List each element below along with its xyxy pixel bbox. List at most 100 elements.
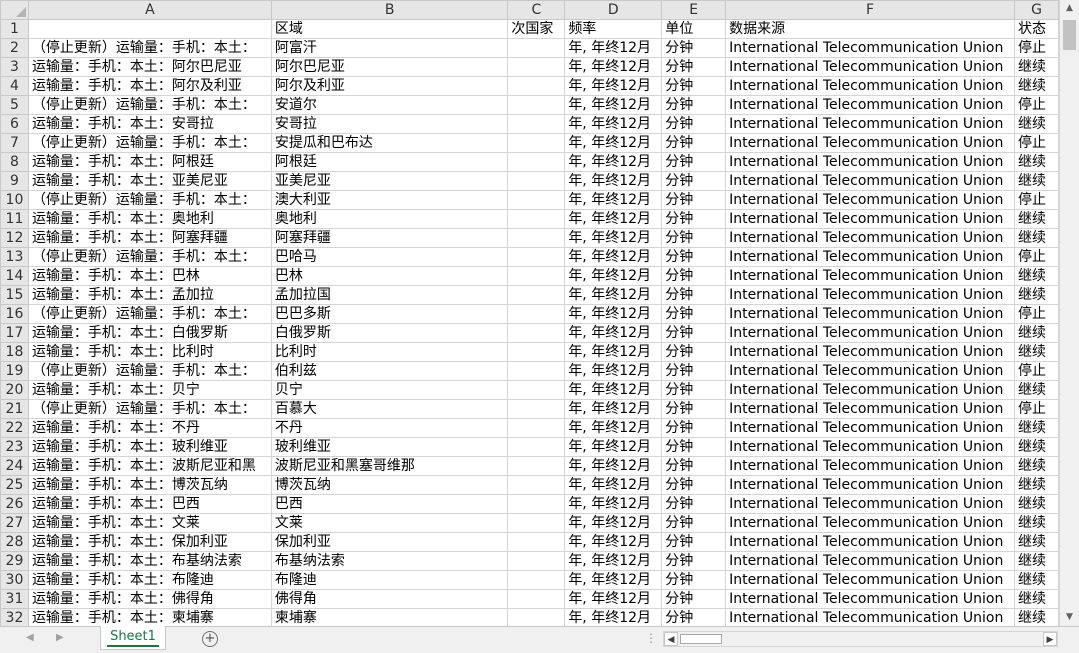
cell[interactable]: （停止更新）运输量：手机：本土： <box>27 304 272 324</box>
cell[interactable]: 运输量：手机：本土：奥地利 <box>27 209 272 229</box>
cell[interactable]: 分钟 <box>661 437 727 457</box>
cell[interactable]: 分钟 <box>661 570 727 590</box>
cell[interactable]: International Telecommunication Union <box>725 266 1016 286</box>
cell[interactable] <box>507 570 566 590</box>
cell[interactable] <box>507 247 566 267</box>
cell[interactable]: 继续 <box>1014 513 1059 533</box>
prev-sheet-arrow-icon[interactable]: ◀ <box>26 632 34 643</box>
row-header[interactable]: 6 <box>0 114 29 134</box>
plus-circle-icon[interactable]: + <box>202 631 218 647</box>
cell[interactable]: International Telecommunication Union <box>725 76 1016 96</box>
cell[interactable] <box>27 19 272 39</box>
row-header[interactable]: 15 <box>0 285 29 305</box>
cell[interactable]: 分钟 <box>661 209 727 229</box>
row-header[interactable]: 21 <box>0 399 29 419</box>
cell[interactable]: 分钟 <box>661 266 727 286</box>
cell[interactable]: 年, 年终12月 <box>564 285 663 305</box>
row-header[interactable]: 28 <box>0 532 29 552</box>
cell[interactable]: 分钟 <box>661 285 727 305</box>
cell[interactable]: 分钟 <box>661 589 727 609</box>
cell[interactable]: 停止 <box>1014 133 1059 153</box>
cell[interactable]: International Telecommunication Union <box>725 95 1016 115</box>
row-header[interactable]: 1 <box>0 19 29 39</box>
cell[interactable]: 分钟 <box>661 380 727 400</box>
row-header[interactable]: 18 <box>0 342 29 362</box>
cell[interactable]: 继续 <box>1014 76 1059 96</box>
cell[interactable]: 年, 年终12月 <box>564 57 663 77</box>
cell[interactable]: 停止 <box>1014 399 1059 419</box>
cell[interactable]: International Telecommunication Union <box>725 437 1016 457</box>
cell[interactable]: International Telecommunication Union <box>725 228 1016 248</box>
cell[interactable]: （停止更新）运输量：手机：本土： <box>27 361 272 381</box>
cell[interactable]: 单位 <box>661 19 727 39</box>
row-header[interactable]: 24 <box>0 456 29 476</box>
cell[interactable]: 年, 年终12月 <box>564 589 663 609</box>
cell[interactable]: 继续 <box>1014 532 1059 552</box>
cell[interactable]: 运输量：手机：本土：巴西 <box>27 494 272 514</box>
cell[interactable]: 年, 年终12月 <box>564 608 663 626</box>
cell[interactable] <box>507 380 566 400</box>
vertical-scrollbar[interactable]: ▲ ▼ <box>1059 0 1079 626</box>
cell[interactable]: 年, 年终12月 <box>564 418 663 438</box>
cell[interactable]: 数据来源 <box>725 19 1016 39</box>
cell[interactable]: 年, 年终12月 <box>564 361 663 381</box>
cell[interactable]: 运输量：手机：本土：阿根廷 <box>27 152 272 172</box>
cell[interactable]: 继续 <box>1014 570 1059 590</box>
row-header[interactable]: 17 <box>0 323 29 343</box>
cell[interactable]: International Telecommunication Union <box>725 418 1016 438</box>
cell[interactable]: 分钟 <box>661 475 727 495</box>
split-handle-icon[interactable]: ⋮ <box>645 631 657 645</box>
cell[interactable]: 年, 年终12月 <box>564 570 663 590</box>
up-arrow-icon[interactable]: ▲ <box>1060 0 1079 17</box>
cell[interactable] <box>507 304 566 324</box>
cell[interactable]: 年, 年终12月 <box>564 532 663 552</box>
cell[interactable]: （停止更新）运输量：手机：本土： <box>27 247 272 267</box>
cell[interactable] <box>507 589 566 609</box>
down-arrow-icon[interactable]: ▼ <box>1060 609 1079 626</box>
cell[interactable]: 巴西 <box>270 494 509 514</box>
row-header[interactable]: 13 <box>0 247 29 267</box>
cell[interactable]: 继续 <box>1014 228 1059 248</box>
cell[interactable]: 分钟 <box>661 57 727 77</box>
cell[interactable]: 运输量：手机：本土：白俄罗斯 <box>27 323 272 343</box>
cell[interactable]: 分钟 <box>661 608 727 626</box>
cell[interactable]: 运输量：手机：本土：保加利亚 <box>27 532 272 552</box>
row-header[interactable]: 32 <box>0 608 29 626</box>
cell[interactable]: 奥地利 <box>270 209 509 229</box>
cell[interactable]: International Telecommunication Union <box>725 475 1016 495</box>
cell[interactable]: 区域 <box>270 19 509 39</box>
row-header[interactable]: 16 <box>0 304 29 324</box>
cell[interactable]: 年, 年终12月 <box>564 551 663 571</box>
cell[interactable]: International Telecommunication Union <box>725 456 1016 476</box>
cell[interactable]: 年, 年终12月 <box>564 38 663 58</box>
row-header[interactable]: 22 <box>0 418 29 438</box>
cell[interactable]: 次国家 <box>507 19 566 39</box>
cell[interactable]: 继续 <box>1014 380 1059 400</box>
cell[interactable]: 保加利亚 <box>270 532 509 552</box>
row-header[interactable]: 27 <box>0 513 29 533</box>
horizontal-scroll-thumb[interactable] <box>680 634 722 644</box>
cell[interactable]: 继续 <box>1014 475 1059 495</box>
row-header[interactable]: 4 <box>0 76 29 96</box>
cell[interactable] <box>507 342 566 362</box>
cell[interactable] <box>507 171 566 191</box>
cell[interactable] <box>507 532 566 552</box>
cell[interactable]: 年, 年终12月 <box>564 399 663 419</box>
cell[interactable]: 继续 <box>1014 57 1059 77</box>
cell[interactable]: 百慕大 <box>270 399 509 419</box>
cell[interactable] <box>507 323 566 343</box>
cell[interactable]: 继续 <box>1014 114 1059 134</box>
cell[interactable]: 继续 <box>1014 437 1059 457</box>
cell[interactable]: 运输量：手机：本土：玻利维亚 <box>27 437 272 457</box>
cell[interactable]: 年, 年终12月 <box>564 475 663 495</box>
cell[interactable]: 继续 <box>1014 608 1059 626</box>
cell[interactable]: 澳大利亚 <box>270 190 509 210</box>
cell[interactable] <box>507 38 566 58</box>
row-header[interactable]: 14 <box>0 266 29 286</box>
cell[interactable]: （停止更新）运输量：手机：本土： <box>27 38 272 58</box>
cell[interactable]: International Telecommunication Union <box>725 38 1016 58</box>
cell[interactable]: 佛得角 <box>270 589 509 609</box>
cell[interactable]: 布隆迪 <box>270 570 509 590</box>
cell[interactable]: 继续 <box>1014 551 1059 571</box>
cell[interactable]: 年, 年终12月 <box>564 323 663 343</box>
